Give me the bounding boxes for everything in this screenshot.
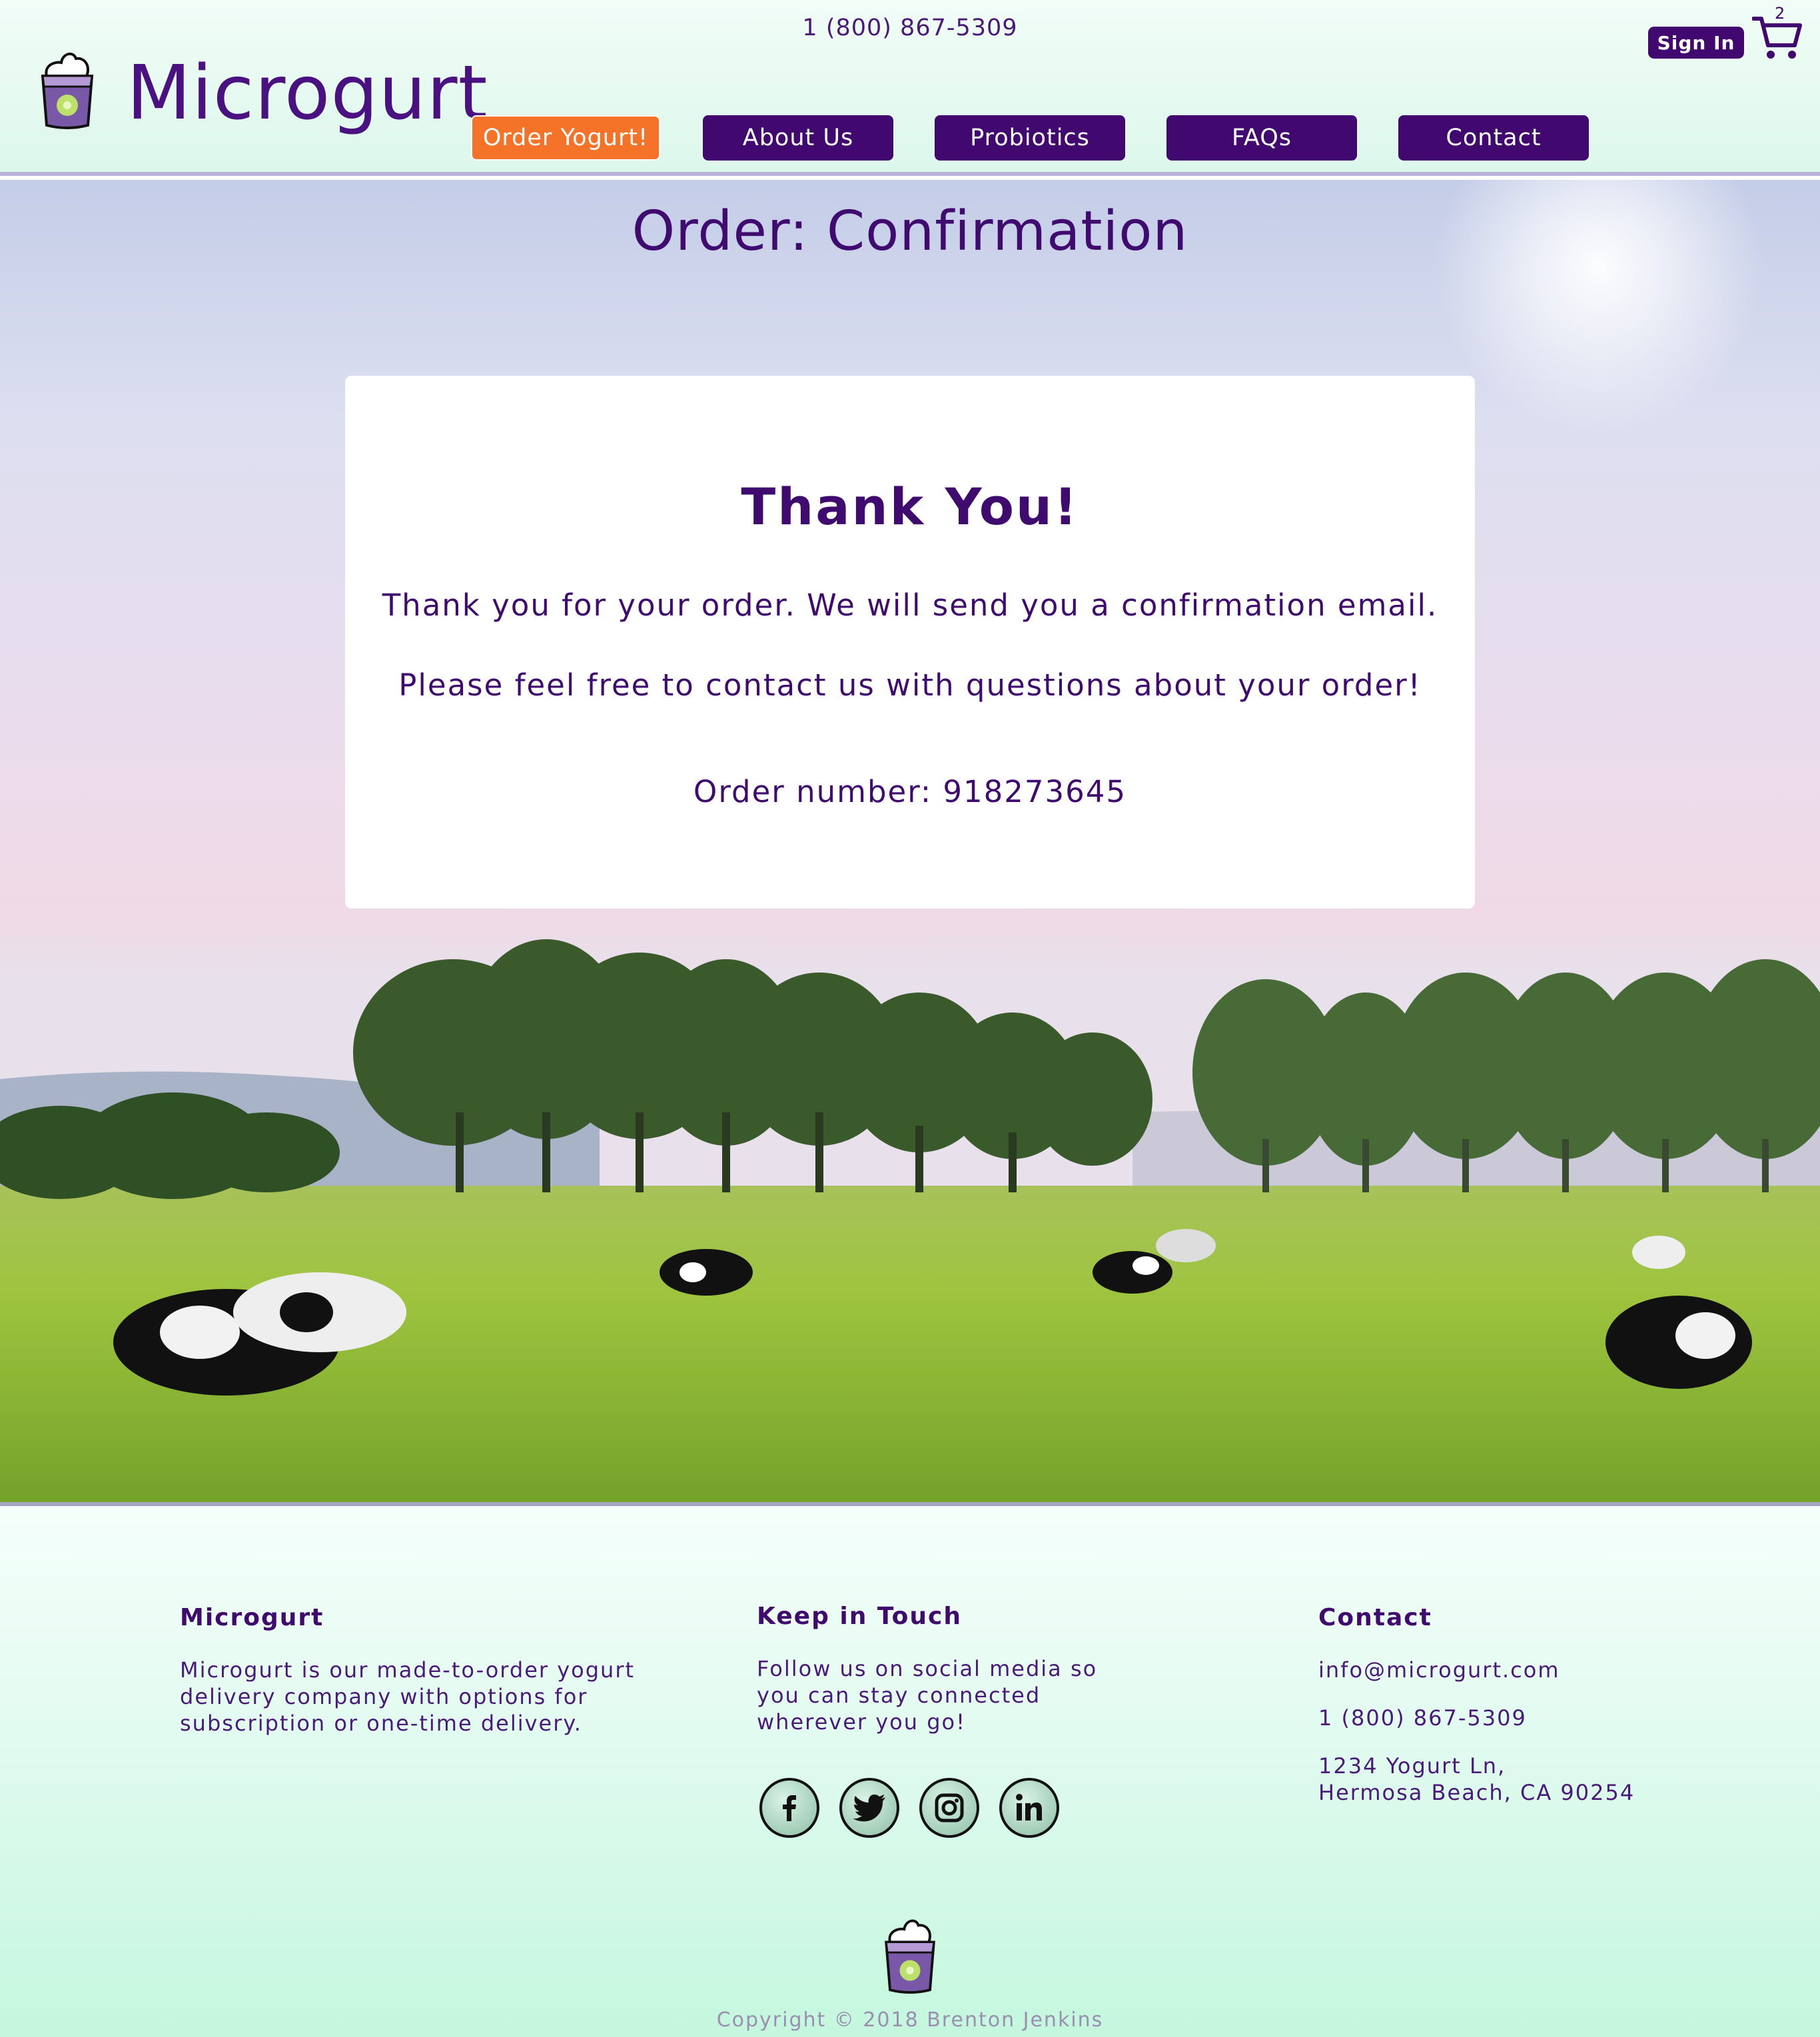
facebook-icon[interactable] <box>759 1778 819 1838</box>
hero-background: Order: Confirmation Thank You! Thank you… <box>0 180 1820 1502</box>
shopping-cart-icon[interactable] <box>1752 13 1803 61</box>
sign-in-button[interactable]: Sign In <box>1648 27 1744 59</box>
footer-contact: Contact info@microgurt.com 1 (800) 867-5… <box>1318 1605 1691 1806</box>
footer-social-line: you can stay connected <box>757 1683 1041 1708</box>
nav-about-us-button[interactable]: About Us <box>703 115 893 161</box>
footer-social: Keep in Touch Follow us on social media … <box>757 1603 1103 1735</box>
footer-social-line: Follow us on social media so <box>757 1656 1098 1681</box>
footer-about-line: delivery company with options for <box>180 1684 588 1709</box>
footer-about: Microgurt Microgurt is our made-to-order… <box>180 1605 646 1737</box>
order-number: Order number: 918273645 <box>693 774 1127 809</box>
footer-email-link[interactable]: info@microgurt.com <box>1318 1657 1691 1683</box>
page-title: Order: Confirmation <box>632 200 1188 263</box>
contact-message: Please feel free to contact us with ques… <box>398 667 1422 703</box>
nav-order-yogurt-button[interactable]: Order Yogurt! <box>471 115 660 161</box>
footer-about-title: Microgurt <box>180 1604 324 1631</box>
site-header: 1 (800) 867-5309 Microgurt Order Yogurt!… <box>0 0 1820 176</box>
header-phone[interactable]: 1 (800) 867-5309 <box>0 15 1820 41</box>
footer-about-line: subscription or one-time delivery. <box>180 1711 582 1736</box>
site-footer: Microgurt Microgurt is our made-to-order… <box>0 1502 1820 2037</box>
footer-address-line1: 1234 Yogurt Ln, <box>1318 1753 1506 1779</box>
confirmation-message: Thank you for your order. We will send y… <box>382 588 1438 623</box>
twitter-icon[interactable] <box>839 1778 899 1838</box>
footer-social-line: wherever you go! <box>757 1709 966 1735</box>
footer-address-line2: Hermosa Beach, CA 90254 <box>1318 1780 1635 1805</box>
copyright-text: Copyright © 2018 Brenton Jenkins <box>716 2008 1104 2032</box>
yogurt-cup-logo-icon[interactable] <box>37 47 97 129</box>
confirmation-card: Thank You! Thank you for your order. We … <box>345 376 1475 909</box>
nav-probiotics-button[interactable]: Probiotics <box>935 115 1125 161</box>
footer-contact-title: Contact <box>1318 1604 1432 1631</box>
thank-you-heading: Thank You! <box>741 477 1079 536</box>
nav-faqs-button[interactable]: FAQs <box>1166 115 1357 161</box>
brand-name[interactable]: Microgurt <box>127 56 488 131</box>
footer-about-line: Microgurt is our made-to-order yogurt <box>180 1657 636 1683</box>
linkedin-icon[interactable] <box>999 1778 1059 1838</box>
yogurt-cup-logo-icon[interactable] <box>881 1914 939 1994</box>
nav-contact-button[interactable]: Contact <box>1398 115 1589 161</box>
instagram-icon[interactable] <box>919 1778 979 1838</box>
footer-phone-link[interactable]: 1 (800) 867-5309 <box>1318 1705 1691 1731</box>
footer-social-title: Keep in Touch <box>757 1603 963 1630</box>
